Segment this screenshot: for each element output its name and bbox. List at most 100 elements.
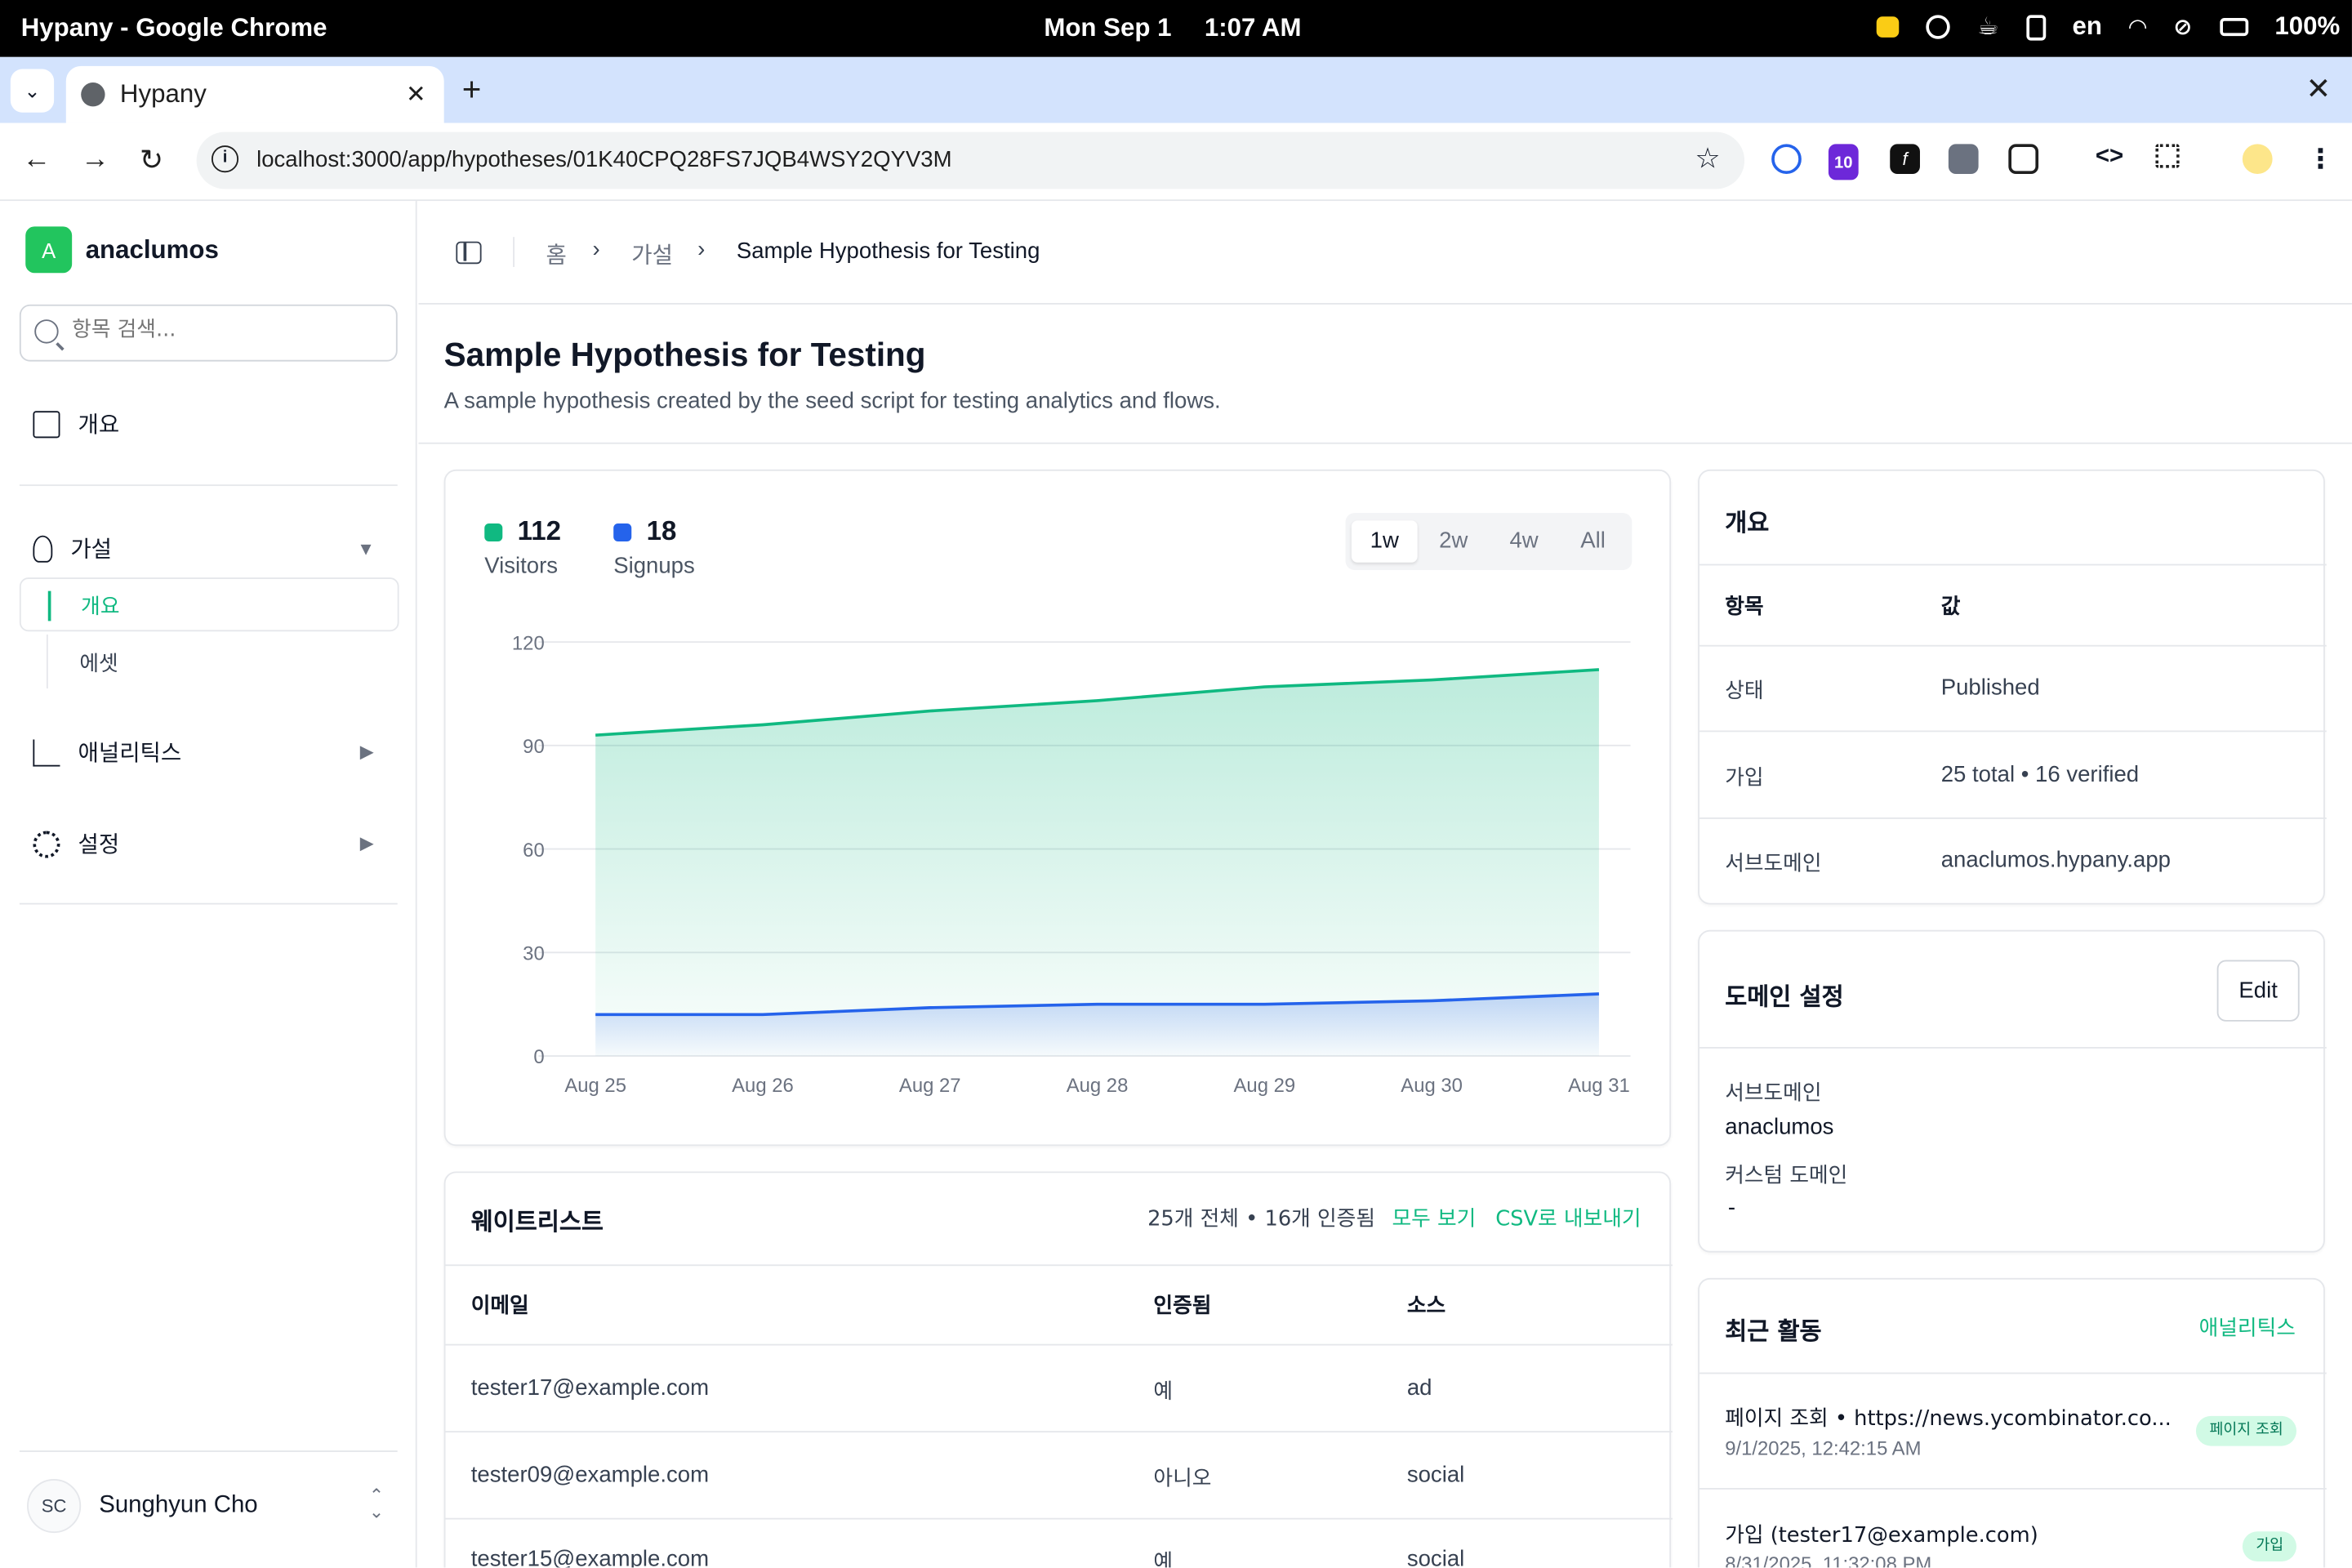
close-tab-icon[interactable]: ✕ [406,79,426,109]
overview-card: 개요 항목 값 상태 Published 가입 25 total • 16 ve… [1698,469,2327,905]
tab-search-button[interactable]: ⌄ [10,69,55,113]
workspace-name[interactable]: anaclumos [86,235,219,265]
x-tick-label: Aug 25 [564,1075,626,1097]
domain-settings-title: 도메인 설정 [1725,982,1844,1011]
recent-activity-card: 최근 활동 애널리틱스 페이지 조회 • https://news.ycombi… [1698,1277,2327,1568]
page-description: A sample hypothesis created by the seed … [443,388,1221,414]
traffic-chart-card: 112 Visitors 18 Signups 1w 2w 4w All 0 3… [443,469,1672,1147]
chevron-right-icon: › [697,237,706,263]
menu-kebab-icon[interactable]: ⋮ [2307,144,2337,174]
reload-icon[interactable]: ↻ [140,144,163,178]
breadcrumb: 홈 › 가설 › Sample Hypothesis for Testing [418,201,2352,305]
edit-button[interactable]: Edit [2216,960,2300,1022]
sidebar-toggle-icon[interactable] [456,241,482,265]
profile-avatar-icon[interactable] [2242,144,2273,175]
divider [19,1450,398,1452]
x-tick-label: Aug 31 [1568,1075,1630,1097]
address-bar[interactable]: i localhost:3000/app/hypotheses/01K40CPQ… [196,131,1745,189]
subdomain-label: 서브도메인 [1725,1081,1822,1106]
x-tick-label: Aug 28 [1067,1075,1129,1097]
divider [445,1264,1673,1267]
divider [1699,644,2327,647]
tab-strip: ⌄ Hypany ✕ + ✕ [0,56,2352,123]
column-header-source: 소스 [1406,1294,1446,1319]
qr-code-icon[interactable] [2155,144,2180,168]
area-chart: 0 30 60 90 120 Aug 25 Aug 26 Aug 27 Aug 28 Aug 2… [512,632,1631,1097]
y-tick-label: 0 [533,1046,544,1068]
column-header-value: 값 [1940,595,1961,620]
waitlist-summary: 25개 전체 • 16개 인증됨 [1147,1207,1375,1232]
extensions-puzzle-icon[interactable] [2008,144,2039,175]
subdomain-value: anaclumos [1725,1114,1834,1140]
subnav-guide-line [46,634,48,689]
sidebar-item-label: 개요 [78,411,120,439]
breadcrumb-home[interactable]: 홈 [546,238,567,270]
sidebar-subitem-overview[interactable]: 개요 [19,577,399,632]
new-tab-button[interactable]: + [462,70,482,109]
breadcrumb-current: Sample Hypothesis for Testing [736,238,1040,265]
bar-chart-icon [33,738,60,766]
clipboard-icon[interactable] [2025,14,2046,40]
sidebar-item-label: 가설 [70,535,113,563]
1password-icon[interactable] [1771,144,1802,175]
clock[interactable]: Mon Sep 1 1:07 AM [1044,14,1334,44]
sidebar-item-analytics[interactable]: 애널리틱스 [33,737,181,768]
column-header-email: 이메일 [470,1294,529,1319]
tab-title: Hypany [119,79,207,109]
sidebar-item-label: 설정 [78,831,120,858]
wifi-icon[interactable]: ◠ [2129,14,2146,40]
divider [513,237,514,267]
cell-verified: 예 [1153,1551,1174,1568]
divider [1699,1372,2327,1374]
chevron-right-icon[interactable]: ▶ [360,741,374,762]
os-menubar: Hypany - Google Chrome Mon Sep 1 1:07 AM … [0,0,2352,57]
date: Mon Sep 1 [1044,13,1172,42]
coffee-icon[interactable]: ☕ [1977,12,1998,42]
sidebar-item-settings[interactable]: 설정 [33,828,119,860]
bookmark-star-icon[interactable]: ☆ [1695,142,1720,176]
workspace-logo[interactable]: A [25,226,73,274]
close-window-icon[interactable]: ✕ [2305,70,2331,108]
cell-source: social [1406,1546,1465,1568]
input-language[interactable]: en [2072,12,2101,42]
muted-bell-icon[interactable]: ⊘ [2173,14,2192,40]
font-inspector-icon[interactable]: f [1890,144,1920,175]
view-all-link[interactable]: 모두 보기 [1392,1203,1476,1233]
avatar: SC [27,1478,82,1534]
user-menu[interactable]: SC Sunghyun Cho ⌃ ⌄ [27,1478,399,1536]
series-area-visitors [595,669,1599,1057]
cell-email: tester09@example.com [470,1462,710,1489]
sidebar-item-label: 애널리틱스 [78,739,182,767]
kakaotalk-icon[interactable] [1877,16,1900,38]
row-label-status: 상태 [1725,679,1764,704]
sidebar-search[interactable] [19,304,398,362]
devtools-code-icon[interactable]: <> [2096,144,2126,174]
password-manager-icon[interactable] [1926,15,1951,39]
x-tick-label: Aug 30 [1401,1075,1463,1097]
extension-badge-icon[interactable]: 10 [1828,144,1859,180]
site-info-icon[interactable]: i [211,145,239,173]
x-tick-label: Aug 26 [732,1075,794,1097]
grid-icon [33,410,60,438]
sidebar-item-overview[interactable]: 개요 [33,408,119,440]
divider [445,1431,1673,1433]
sidebar-subitem-assets[interactable]: 에셋 [79,648,118,678]
sidebar-item-hypotheses[interactable]: 가설 [33,532,112,564]
y-tick-label: 120 [512,632,545,654]
divider [1699,1047,2327,1049]
url-text[interactable]: localhost:3000/app/hypotheses/01K40CPQ28… [256,147,952,172]
chat-extension-icon[interactable] [1948,144,1979,175]
battery-icon[interactable] [2219,18,2248,37]
search-input[interactable] [72,318,372,342]
export-csv-link[interactable]: CSV로 내보내기 [1495,1203,1641,1233]
forward-icon[interactable]: → [81,144,109,176]
browser-tab[interactable]: Hypany ✕ [65,65,444,123]
analytics-link[interactable]: 애널리틱스 [2199,1312,2296,1343]
cell-source: ad [1406,1375,1432,1401]
chevron-down-icon[interactable]: ▼ [357,538,375,559]
back-icon[interactable]: ← [23,144,51,176]
chevron-down-icon: ⌄ [24,78,41,101]
chevron-right-icon[interactable]: ▶ [360,832,374,853]
breadcrumb-hypotheses[interactable]: 가설 [631,238,673,270]
column-header-item: 항목 [1725,595,1764,620]
